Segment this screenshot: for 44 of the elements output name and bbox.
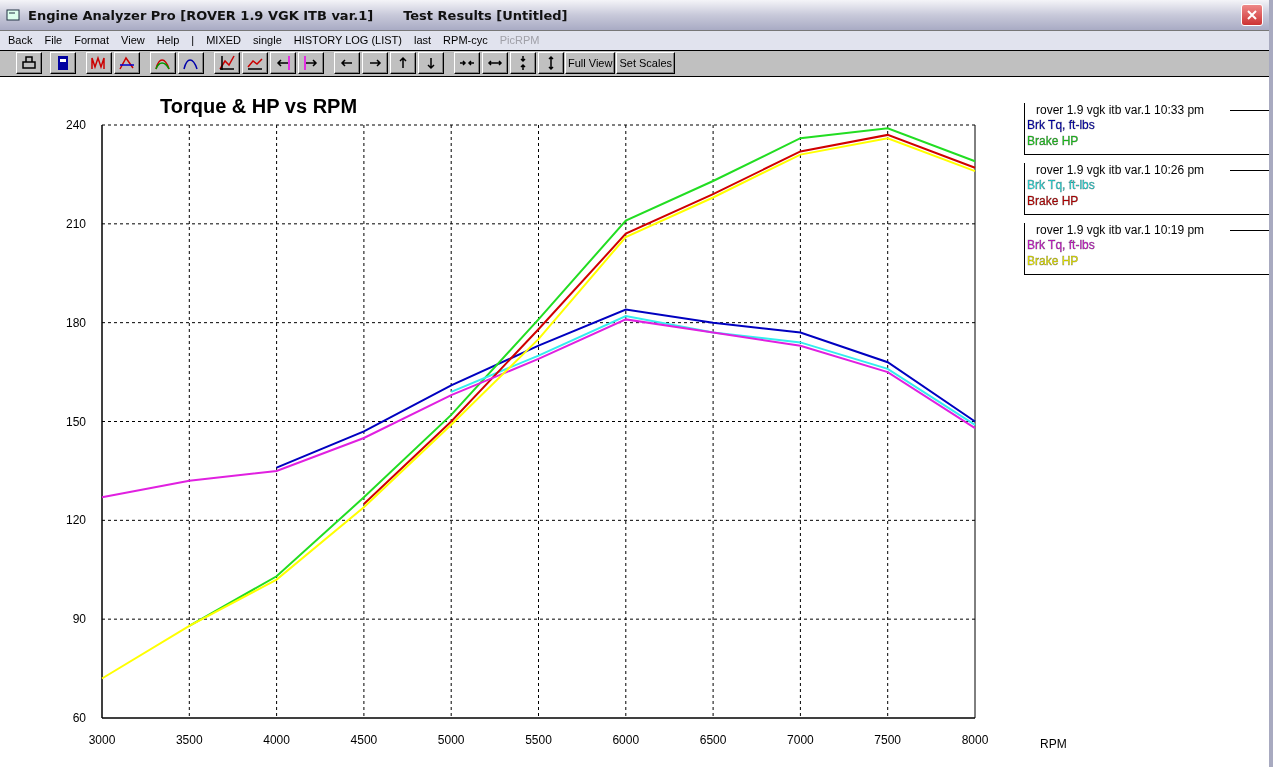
legend-entry: Brk Tq, ft-lbs bbox=[1027, 177, 1096, 193]
y-tick-label: 90 bbox=[72, 612, 86, 627]
x-tick-label: 5500 bbox=[525, 733, 552, 747]
window-subtitle: Test Results [Untitled] bbox=[403, 7, 569, 23]
x-tick-label: 3000 bbox=[88, 733, 116, 747]
x-tick-label: 7500 bbox=[874, 733, 902, 747]
x-tick-label: 6000 bbox=[612, 733, 640, 747]
legend-run-name: rover 1.9 vgk itb var.1 10:26 pm bbox=[1036, 163, 1205, 177]
menu-item[interactable]: last bbox=[408, 34, 438, 47]
y-tick-label: 240 bbox=[65, 118, 86, 132]
legend-entry: Brake HP bbox=[1027, 193, 1080, 209]
y-tick-label: 210 bbox=[65, 216, 86, 231]
x-tick-label: 5000 bbox=[437, 733, 465, 747]
legend-entry: Brake HP bbox=[1027, 253, 1080, 269]
toolbar-button[interactable]: Set Scales bbox=[616, 52, 676, 75]
x-tick-label: 4500 bbox=[350, 733, 378, 747]
menu-item[interactable]: Format bbox=[68, 34, 116, 47]
legend-entry: Brk Tq, ft-lbs bbox=[1027, 237, 1096, 253]
y-tick-label: 150 bbox=[65, 414, 86, 429]
y-tick-label: 180 bbox=[65, 315, 86, 330]
x-tick-label: 7000 bbox=[787, 733, 814, 747]
menu-item[interactable]: Help bbox=[150, 34, 186, 47]
x-tick-label: 8000 bbox=[961, 733, 989, 747]
menu-item[interactable]: MIXED bbox=[200, 34, 248, 47]
legend-run-name: rover 1.9 vgk itb var.1 10:19 pm bbox=[1036, 223, 1205, 237]
chart-title: Torque & HP vs RPM bbox=[160, 95, 358, 117]
x-tick-label: 6500 bbox=[699, 733, 727, 747]
x-axis-label: RPM bbox=[1040, 737, 1067, 751]
menu-item[interactable]: | bbox=[185, 34, 201, 47]
x-tick-label: 4000 bbox=[263, 733, 290, 747]
legend-entry: Brk Tq, ft-lbs bbox=[1027, 117, 1096, 133]
menu-item[interactable]: View bbox=[115, 34, 151, 47]
menu-item[interactable]: Back bbox=[2, 34, 39, 47]
menu-item[interactable]: File bbox=[38, 34, 69, 47]
y-tick-label: 120 bbox=[65, 513, 86, 528]
y-tick-label: 60 bbox=[72, 711, 86, 725]
legend-run-name: rover 1.9 vgk itb var.1 10:33 pm bbox=[1036, 103, 1205, 117]
toolbar-button[interactable]: Full View bbox=[565, 52, 616, 75]
legend-entry: Brake HP bbox=[1027, 133, 1080, 149]
menu-item[interactable]: single bbox=[247, 34, 288, 47]
menu-item[interactable]: HISTORY LOG (LIST) bbox=[287, 34, 408, 47]
menu-item[interactable]: RPM-cyc bbox=[437, 34, 494, 47]
x-tick-label: 3500 bbox=[175, 733, 203, 747]
window-title: Engine Analyzer Pro [ROVER 1.9 VGK ITB var.1] bbox=[28, 7, 374, 23]
